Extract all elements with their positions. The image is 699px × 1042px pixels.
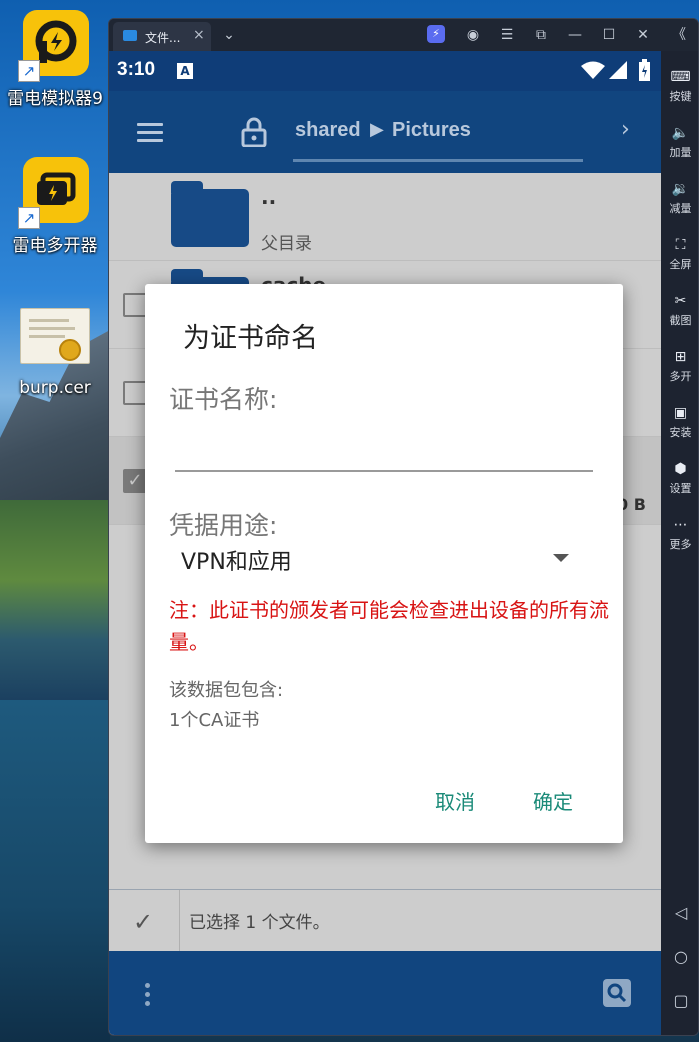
list-item[interactable]: .. 父目录 xyxy=(109,173,661,261)
scissors-icon: ✂ xyxy=(674,293,687,309)
sidebar-item-fullscreen[interactable]: ⛶ 全屏 xyxy=(661,237,698,272)
chevron-right-icon[interactable]: › xyxy=(621,117,630,142)
fullscreen-icon: ⛶ xyxy=(675,237,686,253)
maximize-icon[interactable]: ☐ xyxy=(597,23,621,47)
credential-usage-value: VPN和应用 xyxy=(181,550,292,575)
overflow-menu-icon[interactable] xyxy=(145,983,151,1010)
keyboard-icon: ⌨ xyxy=(670,69,691,85)
sidebar-item-label: 截图 xyxy=(669,314,692,327)
signal-icon xyxy=(609,61,627,79)
sidebar-item-label: 按键 xyxy=(669,90,692,103)
checkbox-checked[interactable]: ✓ xyxy=(123,469,147,493)
file-manager-appbar: shared ▶ Pictures › xyxy=(109,91,661,173)
certificate-name-label: 证书名称: xyxy=(169,385,278,414)
desktop-icon-multi-instance[interactable]: ↗ 雷电多开器 xyxy=(0,157,108,257)
back-icon[interactable]: ◁ xyxy=(671,903,691,923)
window-tab[interactable]: 文件... × xyxy=(113,22,211,51)
desktop-icon-label: 雷电模拟器9 xyxy=(7,89,103,109)
certificate-name-dialog: 为证书命名 证书名称: 凭据用途: VPN和应用 注：此证书的颁发者可能会检查进… xyxy=(145,284,623,843)
gear-icon: ⬢ xyxy=(674,461,687,477)
ok-button[interactable]: 确定 xyxy=(533,786,573,815)
sidebar-item-label: 多开 xyxy=(669,370,692,383)
window-titlebar: 文件... × ⌄ ⚡ ◉ ☰ ⧉ — ☐ ✕ 《 xyxy=(109,19,698,51)
desktop-icon-label: 雷电多开器 xyxy=(12,236,98,256)
issuer-warning: 注：此证书的颁发者可能会检查进出设备的所有流量。 xyxy=(169,598,609,654)
sidebar-item-volume-up[interactable]: 🔈 加量 xyxy=(661,125,698,160)
sidebar-item-label: 减量 xyxy=(669,202,692,215)
home-icon[interactable]: ○ xyxy=(671,947,691,967)
desktop-icon-label: burp.cer xyxy=(19,378,91,398)
close-window-icon[interactable]: ✕ xyxy=(631,23,655,47)
sidebar-item-label: 安装 xyxy=(669,426,692,439)
emulator-window: 文件... × ⌄ ⚡ ◉ ☰ ⧉ — ☐ ✕ 《 3:10 A shared … xyxy=(108,18,699,1036)
volume-up-icon: 🔈 xyxy=(671,125,690,141)
sidebar-item-volume-down[interactable]: 🔉 减量 xyxy=(661,181,698,216)
account-icon[interactable]: ◉ xyxy=(461,23,485,47)
checkbox[interactable] xyxy=(123,293,147,317)
cancel-button[interactable]: 取消 xyxy=(435,786,475,815)
file-subtitle: 父目录 xyxy=(261,234,312,254)
shortcut-arrow-icon: ↗ xyxy=(18,207,40,229)
certificate-icon xyxy=(20,308,90,364)
multi-instance-icon: ⊞ xyxy=(674,349,687,365)
dialog-title: 为证书命名 xyxy=(183,323,318,354)
divider xyxy=(179,890,180,952)
shortcut-arrow-icon: ↗ xyxy=(18,60,40,82)
sidebar-item-label: 全屏 xyxy=(669,258,692,271)
folder-icon xyxy=(171,181,249,247)
certificate-name-input[interactable] xyxy=(175,434,593,472)
sidebar-item-screenshot[interactable]: ✂ 截图 xyxy=(661,293,698,328)
android-statusbar: 3:10 A xyxy=(109,51,661,91)
credential-usage-label: 凭据用途: xyxy=(169,511,278,540)
sidebar-item-label: 加量 xyxy=(669,146,692,159)
notification-a-icon: A xyxy=(177,63,193,79)
menu-icon[interactable]: ☰ xyxy=(495,23,519,47)
sidebar-item-more[interactable]: ⋯ 更多 xyxy=(661,517,698,552)
dropdown-arrow-icon xyxy=(553,554,569,562)
wallpaper-shore xyxy=(0,500,110,700)
sidebar-item-label: 更多 xyxy=(669,538,692,551)
sidebar-item-label: 设置 xyxy=(669,482,692,495)
bottom-toolbar xyxy=(109,951,661,1035)
wifi-icon xyxy=(581,61,605,79)
clock: 3:10 xyxy=(117,59,156,80)
minimize-icon[interactable]: — xyxy=(563,23,587,47)
selection-bar: ✓ 已选择 1 个文件。 xyxy=(109,889,661,952)
tab-title: 文件... xyxy=(145,31,181,45)
volume-down-icon: 🔉 xyxy=(671,181,690,197)
tab-close-icon[interactable]: × xyxy=(193,27,205,43)
wallpaper-sea xyxy=(0,700,110,1042)
recents-icon[interactable]: ▢ xyxy=(671,991,691,1011)
selection-status: 已选择 1 个文件。 xyxy=(189,913,330,933)
battery-icon xyxy=(639,59,650,81)
apk-install-icon: ▣ xyxy=(673,405,688,421)
search-icon[interactable] xyxy=(603,979,631,1007)
desktop-icon-ldplayer[interactable]: ↗ 雷电模拟器9 xyxy=(0,10,108,110)
checkmark-icon[interactable]: ✓ xyxy=(133,908,153,936)
sidebar-item-keymap[interactable]: ⌨ 按键 xyxy=(661,69,698,104)
package-contents-label: 该数据包包含: xyxy=(169,680,284,701)
sidebar-item-install[interactable]: ▣ 安装 xyxy=(661,405,698,440)
breadcrumb-shared[interactable]: shared xyxy=(295,119,361,142)
credential-usage-select[interactable]: VPN和应用 xyxy=(175,542,575,578)
restore-window-icon[interactable]: ⧉ xyxy=(529,23,553,47)
emulator-sidebar: ⌨ 按键 🔈 加量 🔉 减量 ⛶ 全屏 ✂ 截图 ⊞ 多开 ▣ 安装 ⬢ 设置 … xyxy=(661,51,698,1035)
collapse-sidebar-icon[interactable]: 《 xyxy=(667,23,691,47)
breadcrumb-separator-icon: ▶ xyxy=(370,119,384,140)
sidebar-item-settings[interactable]: ⬢ 设置 xyxy=(661,461,698,496)
more-icon: ⋯ xyxy=(673,517,688,533)
booster-icon[interactable]: ⚡ xyxy=(427,25,445,43)
tab-dropdown-icon[interactable]: ⌄ xyxy=(217,23,241,47)
android-screen: 3:10 A shared ▶ Pictures › .. 父目录 ✓ 0 B … xyxy=(109,51,661,1035)
sidebar-item-multi-instance[interactable]: ⊞ 多开 xyxy=(661,349,698,384)
file-manager-tab-icon xyxy=(123,30,137,41)
breadcrumb-underline xyxy=(293,159,583,162)
breadcrumb-pictures[interactable]: Pictures xyxy=(392,119,471,142)
hamburger-menu-icon[interactable] xyxy=(137,123,163,147)
checkbox[interactable] xyxy=(123,381,147,405)
desktop-icon-burp-cer[interactable]: burp.cer xyxy=(0,308,108,408)
lock-icon xyxy=(241,117,267,147)
file-name: .. xyxy=(261,185,277,209)
package-contents-value: 1个CA证书 xyxy=(169,710,260,731)
